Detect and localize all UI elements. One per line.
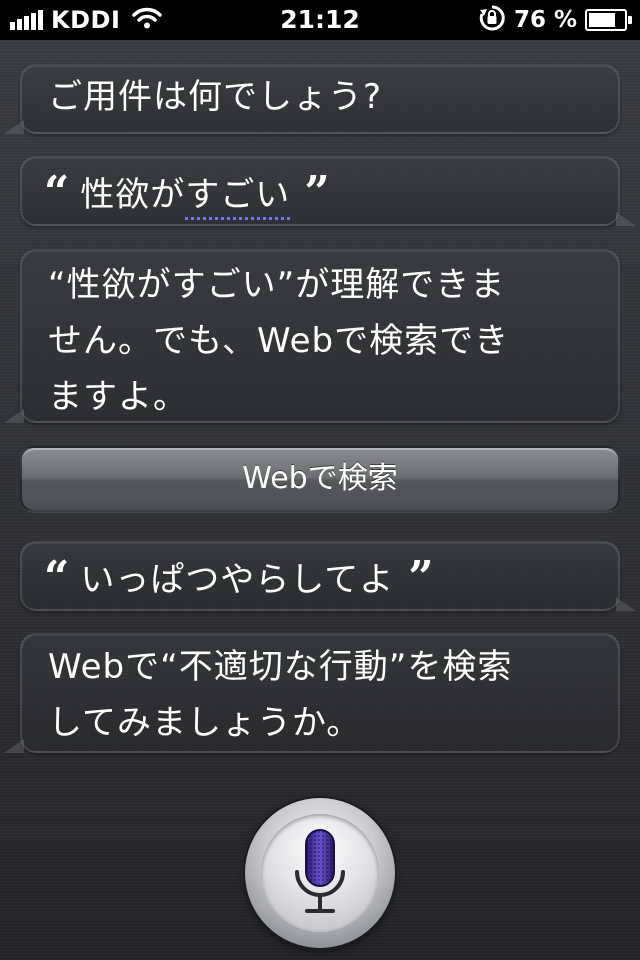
siri-mic-button[interactable] [245,798,395,948]
user-query-row-2: “ いっぱつやらしてよ ” [22,543,618,609]
status-bar: KDDI 21:12 76 % [0,0,640,40]
siri-reply-1-line-3: ますよ。 [48,377,188,417]
siri-prompt-bubble: ご用件は何でしょう? [4,64,620,134]
siri-reply-1-line-1: “性欲がすごい”が理解できま [48,265,506,305]
user-query-bubble-1[interactable]: “ 性欲がすごい ” [20,156,636,226]
user-query-row-1: “ 性欲がすごい ” [22,158,618,224]
battery-level-fill [589,13,615,27]
siri-reply-text-1: “性欲がすごい”が理解できま せん。でも、Webで検索でき ますよ。 [22,251,618,433]
siri-prompt-text: ご用件は何でしょう? [48,77,383,117]
siri-reply-1-line-2: せん。でも、Webで検索でき [48,321,510,361]
rotation-lock-icon [478,4,506,36]
open-quote-icon: “ [44,552,71,603]
battery-tip [628,16,632,24]
close-quote-icon: ” [304,167,331,218]
user-query-text-2: いっぱつやらしてよ [80,559,395,600]
web-search-button[interactable]: Webで検索 [20,446,620,512]
microphone-icon [295,829,345,913]
siri-reply-text-2: Webで“不適切な行動”を検索 してみましょうか。 [22,635,618,759]
user-query-text-1: 性欲がすごい [80,167,291,220]
battery-icon [585,9,627,31]
mic-button-face [261,814,379,932]
siri-reply-bubble-2: Webで“不適切な行動”を検索 してみましょうか。 [4,633,620,753]
battery-percent: 76 % [513,7,577,33]
user-query-bubble-2[interactable]: “ いっぱつやらしてよ ” [20,541,636,611]
siri-reply-bubble-1: “性欲がすごい”が理解できま せん。でも、Webで検索でき ますよ。 [4,249,620,423]
user-query-text-1-plain: 性欲が [80,174,186,215]
close-quote-icon: ” [408,552,435,603]
status-right: 76 % [478,0,632,40]
speech-uncertain-underline: すごい [185,174,291,220]
siri-reply-2-line-2: してみましょうか。 [48,703,362,743]
siri-reply-2-line-1: Webで“不適切な行動”を検索 [48,647,513,687]
open-quote-icon: “ [44,167,71,218]
